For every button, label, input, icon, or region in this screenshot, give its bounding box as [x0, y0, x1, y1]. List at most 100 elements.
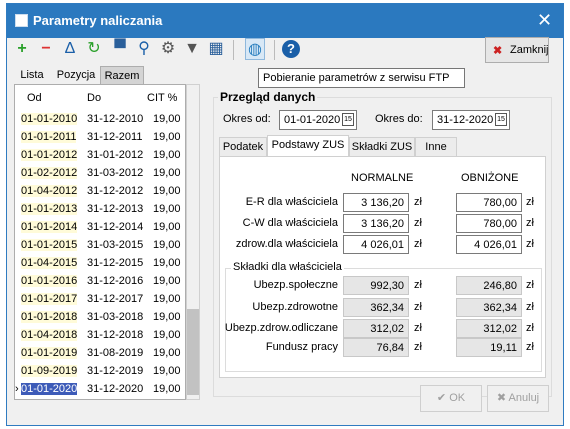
bases-label: C-W dla właściciela [242, 217, 338, 229]
contribs-normal-field: 312,02 [343, 319, 409, 338]
bases-reduced-field[interactable]: 780,00 [456, 214, 522, 233]
cancel-button[interactable]: ✖ Anuluj [487, 385, 549, 412]
column-header-od[interactable]: Od [27, 92, 42, 104]
row-date-from: 01-01-2018 [21, 311, 78, 323]
calendar-icon[interactable]: 15 [342, 113, 354, 126]
close-x-icon: ✖ [493, 45, 503, 57]
close-window-button[interactable]: ✕ [537, 10, 552, 31]
bases-label: E-R dla właściciela [245, 196, 338, 208]
row-marker-icon: › [15, 383, 19, 395]
row-date-from: 01-02-2012 [21, 167, 78, 179]
row-cit: 19,00 [153, 311, 181, 323]
row-date-to: 31-01-2012 [87, 149, 144, 161]
row-cit: 19,00 [153, 113, 181, 125]
scrollbar-thumb[interactable] [187, 309, 199, 395]
row-date-from: 01-01-2017 [21, 293, 78, 305]
row-cit: 19,00 [153, 149, 181, 161]
row-date-to: 31-12-2020 [87, 383, 144, 395]
bases-label: zdrow.dla właściciela [235, 238, 338, 250]
date-from-value: 01-01-2020 [284, 114, 341, 126]
bases-normal-field[interactable]: 3 136,20 [343, 214, 409, 233]
row-date-to: 31-12-2019 [87, 365, 144, 377]
bases-reduced-field[interactable]: 780,00 [456, 193, 522, 212]
reduced-column-header: OBNIŻONE [461, 172, 519, 184]
table-row[interactable]: 01-01-2020 31-12-2020 19,00 › [15, 379, 185, 400]
row-cit: 19,00 [153, 293, 181, 305]
tab-razem[interactable]: Razem [100, 66, 144, 84]
ftp-globe-icon[interactable]: ◍ [245, 38, 265, 60]
close-button[interactable]: ✖ Zamknij [485, 37, 549, 63]
row-date-to: 31-03-2018 [87, 311, 144, 323]
help-icon[interactable]: ? [282, 40, 300, 58]
tab-pozycja[interactable]: Pozycja [54, 66, 98, 84]
contribs-normal-field: 362,34 [343, 298, 409, 317]
row-cit: 19,00 [153, 203, 181, 215]
row-date-from: 01-01-2012 [21, 149, 78, 161]
row-date-to: 31-08-2019 [87, 347, 144, 359]
bases-normal-field[interactable]: 3 136,20 [343, 193, 409, 212]
calendar-icon[interactable]: 15 [495, 113, 507, 126]
currency-unit: zł [414, 341, 422, 353]
refresh-icon[interactable]: ↻ [84, 38, 104, 60]
add-icon[interactable]: + [12, 38, 32, 60]
currency-unit: zł [526, 238, 534, 250]
date-from-field[interactable]: 01-01-2020 15 [279, 110, 357, 130]
currency-unit: zł [526, 301, 534, 313]
row-date-to: 31-12-2018 [87, 329, 144, 341]
row-date-from: 01-01-2014 [21, 221, 78, 233]
row-date-to: 31-12-2010 [87, 113, 144, 125]
row-date-from: 01-01-2011 [21, 131, 77, 143]
ok-button[interactable]: ✔ OK [420, 385, 482, 412]
columns-icon[interactable]: ▦ [206, 38, 226, 60]
row-date-to: 31-12-2015 [87, 257, 144, 269]
contribs-reduced-field: 246,80 [456, 276, 522, 295]
contribs-reduced-field: 19,11 [456, 338, 522, 357]
contribs-label: Ubezp.społeczne [253, 279, 338, 291]
ok-label: OK [449, 392, 466, 404]
row-cit: 19,00 [153, 221, 181, 233]
search-icon[interactable]: ⚲ [134, 38, 154, 60]
currency-unit: zł [414, 279, 422, 291]
row-cit: 19,00 [153, 131, 181, 143]
contribs-label: Ubezp.zdrowotne [252, 301, 338, 313]
title-bar: Parametry naliczania ✕ [7, 4, 563, 38]
contribs-reduced-field: 362,34 [456, 298, 522, 317]
currency-unit: zł [526, 322, 534, 334]
edit-icon[interactable]: Δ [60, 38, 80, 60]
bases-normal-field[interactable]: 4 026,01 [343, 235, 409, 254]
tab-podstawy-zus[interactable]: Podstawy ZUS [267, 135, 349, 157]
cancel-label: Anuluj [508, 392, 540, 404]
tooltip: Pobieranie parametrów z serwisu FTP [258, 68, 465, 88]
contributions-title: Składki dla właściciela [231, 261, 344, 273]
contribs-normal-field: 76,84 [343, 338, 409, 357]
currency-unit: zł [526, 196, 534, 208]
row-date-to: 31-12-2013 [87, 203, 144, 215]
check-icon: ✔ [436, 392, 447, 404]
overview-title: Przegląd danych [218, 90, 318, 104]
date-to-label: Okres do: [375, 113, 423, 125]
row-cit: 19,00 [153, 347, 181, 359]
tab-podatek[interactable]: Podatek [219, 137, 267, 157]
column-header-cit[interactable]: CIT % [147, 92, 177, 104]
date-to-field[interactable]: 31-12-2020 15 [432, 110, 510, 130]
row-date-from: 01-01-2019 [21, 347, 78, 359]
tab-skladki-zus[interactable]: Składki ZUS [349, 137, 415, 157]
currency-unit: zł [526, 279, 534, 291]
bases-reduced-field[interactable]: 4 026,01 [456, 235, 522, 254]
row-date-from: 01-04-2015 [21, 257, 78, 269]
periods-grid: Od Do CIT % 01-01-2010 31-12-2010 19,00 01-… [14, 84, 186, 400]
row-date-from: 01-01-2020 [21, 383, 78, 395]
print-icon[interactable]: ▀ [110, 38, 130, 60]
currency-unit: zł [414, 301, 422, 313]
tab-lista[interactable]: Lista [14, 66, 50, 84]
contribs-normal-field: 992,30 [343, 276, 409, 295]
row-date-to: 31-12-2011 [87, 131, 143, 143]
column-header-do[interactable]: Do [87, 92, 101, 104]
cancel-icon: ✖ [496, 392, 507, 404]
settings-icon[interactable]: ⚙ [158, 38, 178, 60]
toolbar-separator [233, 40, 234, 60]
filter-icon[interactable]: ▼ [182, 38, 202, 60]
tab-inne[interactable]: Inne [415, 137, 457, 157]
row-date-from: 01-01-2015 [21, 239, 78, 251]
delete-icon[interactable]: − [36, 38, 56, 60]
